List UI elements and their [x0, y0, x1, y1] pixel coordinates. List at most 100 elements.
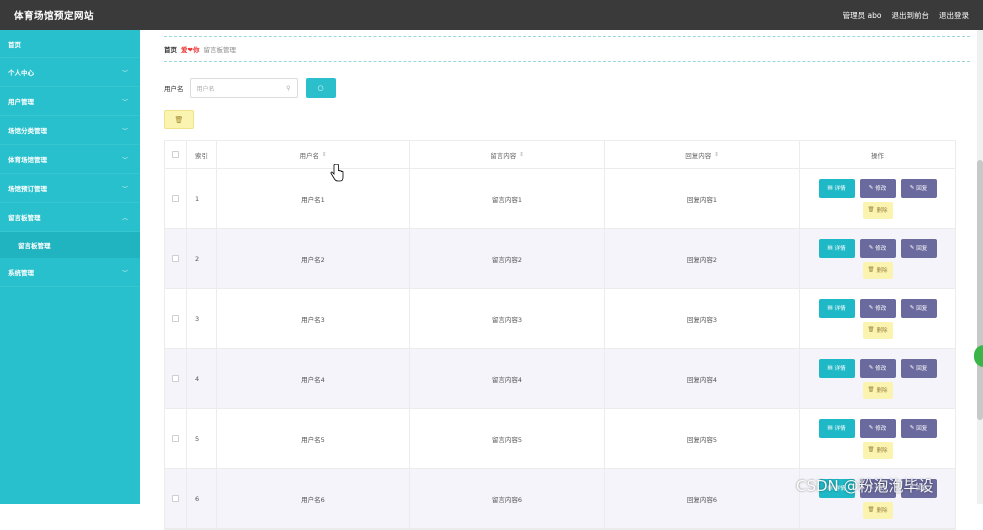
breadcrumb-current: 留言板管理 — [203, 46, 236, 54]
row-checkbox[interactable] — [172, 195, 179, 202]
detail-button[interactable]: ▤ 详情 — [818, 418, 855, 438]
row-checkbox[interactable] — [172, 495, 179, 502]
select-all-checkbox[interactable] — [172, 151, 179, 158]
floating-widget[interactable] — [974, 345, 983, 367]
cell-index: 2 — [187, 229, 217, 288]
logout-link[interactable]: 退出登录 — [939, 10, 969, 21]
pencil-icon: ✎ — [868, 425, 874, 431]
sidebar-item-venues[interactable]: 体育场馆管理 ﹀ — [0, 145, 140, 174]
header-message[interactable]: 留言内容 ⇕ — [410, 141, 605, 168]
sidebar: 首页 个人中心 ﹀ 用户管理 ﹀ 场馆分类管理 ﹀ 体育场馆管理 ﹀ 场馆预订管… — [0, 30, 140, 504]
sidebar-item-home[interactable]: 首页 — [0, 30, 140, 58]
pencil-icon: ✎ — [868, 365, 874, 371]
chevron-down-icon: ﹀ — [121, 269, 128, 277]
delete-button[interactable]: 🗑 删除 — [862, 501, 893, 519]
table-header-row: 索引 用户名 ⇕ 留言内容 ⇕ 回复内容 ⇕ 操作 — [165, 141, 955, 169]
detail-button[interactable]: ▤ 详情 — [818, 358, 855, 378]
cell-username: 用户名4 — [217, 349, 410, 408]
search-input[interactable]: 用户名 ⚲ — [189, 78, 298, 98]
delete-button[interactable]: 🗑 删除 — [862, 261, 893, 279]
trash-icon: 🗑 — [867, 387, 875, 393]
cell-ops: ▤ 详情 ✎ 修改 ✎ 回复 🗑 删除 — [800, 409, 955, 468]
pencil-icon: ✎ — [868, 185, 874, 191]
edit-button[interactable]: ✎ 修改 — [859, 178, 896, 198]
edit-button[interactable]: ✎ 修改 — [859, 358, 896, 378]
chevron-down-icon: ﹀ — [121, 185, 128, 193]
breadcrumb: 首页 爱❤你 留言板管理 — [164, 36, 970, 62]
doc-icon: ▤ — [827, 305, 833, 311]
cell-username: 用户名3 — [217, 289, 410, 348]
sidebar-item-profile[interactable]: 个人中心 ﹀ — [0, 58, 140, 87]
chevron-down-icon: ﹀ — [121, 69, 128, 77]
delete-button[interactable]: 🗑 删除 — [862, 441, 893, 459]
row-checkbox[interactable] — [172, 375, 179, 382]
reply-button[interactable]: ✎ 回复 — [900, 358, 937, 378]
detail-button[interactable]: ▤ 详情 — [818, 298, 855, 318]
row-checkbox[interactable] — [172, 255, 179, 262]
sidebar-item-venue-category[interactable]: 场馆分类管理 ﹀ — [0, 116, 140, 145]
edit-button[interactable]: ✎ 修改 — [859, 418, 896, 438]
hand-cursor-icon — [330, 164, 344, 182]
breadcrumb-home[interactable]: 首页 — [164, 44, 177, 54]
sort-icon: ⇕ — [519, 151, 524, 158]
cell-message: 留言内容3 — [410, 289, 605, 348]
cell-username: 用户名6 — [217, 469, 410, 528]
reply-button[interactable]: ✎ 回复 — [900, 298, 937, 318]
sidebar-subitem-messages[interactable]: 留言板管理 — [0, 232, 140, 258]
cell-ops: ▤ 详情 ✎ 修改 ✎ 回复 🗑 删除 — [800, 229, 955, 288]
edit-button[interactable]: ✎ 修改 — [859, 238, 896, 258]
delete-button[interactable]: 🗑 删除 — [862, 201, 893, 219]
search-button[interactable]: ○ — [305, 78, 336, 98]
delete-button[interactable]: 🗑 删除 — [862, 381, 893, 399]
edit-button[interactable]: ✎ 修改 — [859, 298, 896, 318]
search-label: 用户名 — [164, 85, 184, 93]
cell-ops: ▤ 详情 ✎ 修改 ✎ 回复 🗑 删除 — [800, 349, 955, 408]
batch-delete-button[interactable]: 🗑 — [164, 110, 194, 129]
sidebar-item-messages[interactable]: 留言板管理 ︿ — [0, 203, 140, 232]
cell-reply: 回复内容4 — [605, 349, 800, 408]
top-bar: 体育场馆预定网站 管理员 abo 退出到前台 退出登录 — [0, 0, 983, 30]
cell-reply: 回复内容6 — [605, 469, 800, 528]
row-checkbox[interactable] — [172, 435, 179, 442]
trash-icon: 🗑 — [867, 507, 875, 513]
header-index: 索引 — [187, 141, 217, 168]
cell-index: 6 — [187, 469, 217, 528]
pencil-icon: ✎ — [868, 245, 874, 251]
doc-icon: ▤ — [827, 185, 833, 191]
row-checkbox[interactable] — [172, 315, 179, 322]
reply-button[interactable]: ✎ 回复 — [900, 178, 937, 198]
chevron-down-icon: ﹀ — [121, 127, 128, 135]
cell-ops: ▤ 详情 ✎ 修改 ✎ 回复 🗑 删除 — [800, 289, 955, 348]
breadcrumb-separator: 爱❤你 — [181, 46, 200, 54]
message-table: 索引 用户名 ⇕ 留言内容 ⇕ 回复内容 ⇕ 操作 1 用户名1 留言内容1 回复内容… — [164, 140, 956, 530]
sidebar-item-bookings[interactable]: 场馆预订管理 ﹀ — [0, 174, 140, 203]
cell-message: 留言内容4 — [410, 349, 605, 408]
cell-username: 用户名2 — [217, 229, 410, 288]
cell-index: 4 — [187, 349, 217, 408]
table-row: 5 用户名5 留言内容5 回复内容5 ▤ 详情 ✎ 修改 ✎ 回复 🗑 删除 — [165, 409, 955, 469]
scrollbar-thumb[interactable] — [977, 160, 983, 420]
header-username[interactable]: 用户名 ⇕ — [217, 141, 410, 168]
trash-icon: 🗑 — [867, 447, 875, 453]
cell-message: 留言内容2 — [410, 229, 605, 288]
delete-button[interactable]: 🗑 删除 — [862, 321, 893, 339]
pencil-icon: ✎ — [909, 305, 915, 311]
cell-message: 留言内容6 — [410, 469, 605, 528]
doc-icon: ▤ — [827, 365, 833, 371]
detail-button[interactable]: ▤ 详情 — [818, 238, 855, 258]
site-title: 体育场馆预定网站 — [14, 11, 95, 22]
doc-icon: ▤ — [827, 425, 833, 431]
pencil-icon: ✎ — [909, 185, 915, 191]
header-reply[interactable]: 回复内容 ⇕ — [605, 141, 800, 168]
reply-button[interactable]: ✎ 回复 — [900, 238, 937, 258]
reply-button[interactable]: ✎ 回复 — [900, 418, 937, 438]
search-icon: ○ — [317, 84, 324, 92]
cell-message: 留言内容1 — [410, 169, 605, 228]
detail-button[interactable]: ▤ 详情 — [818, 178, 855, 198]
sidebar-item-users[interactable]: 用户管理 ﹀ — [0, 87, 140, 116]
main-content: 首页 爱❤你 留言板管理 用户名 用户名 ⚲ ○ 🗑 索引 用户名 ⇕ 留言内容 ⇕… — [150, 30, 970, 530]
sidebar-item-system[interactable]: 系统管理 ﹀ — [0, 258, 140, 287]
cell-reply: 回复内容3 — [605, 289, 800, 348]
table-row: 4 用户名4 留言内容4 回复内容4 ▤ 详情 ✎ 修改 ✎ 回复 🗑 删除 — [165, 349, 955, 409]
back-to-front-link[interactable]: 退出到前台 — [892, 10, 930, 21]
